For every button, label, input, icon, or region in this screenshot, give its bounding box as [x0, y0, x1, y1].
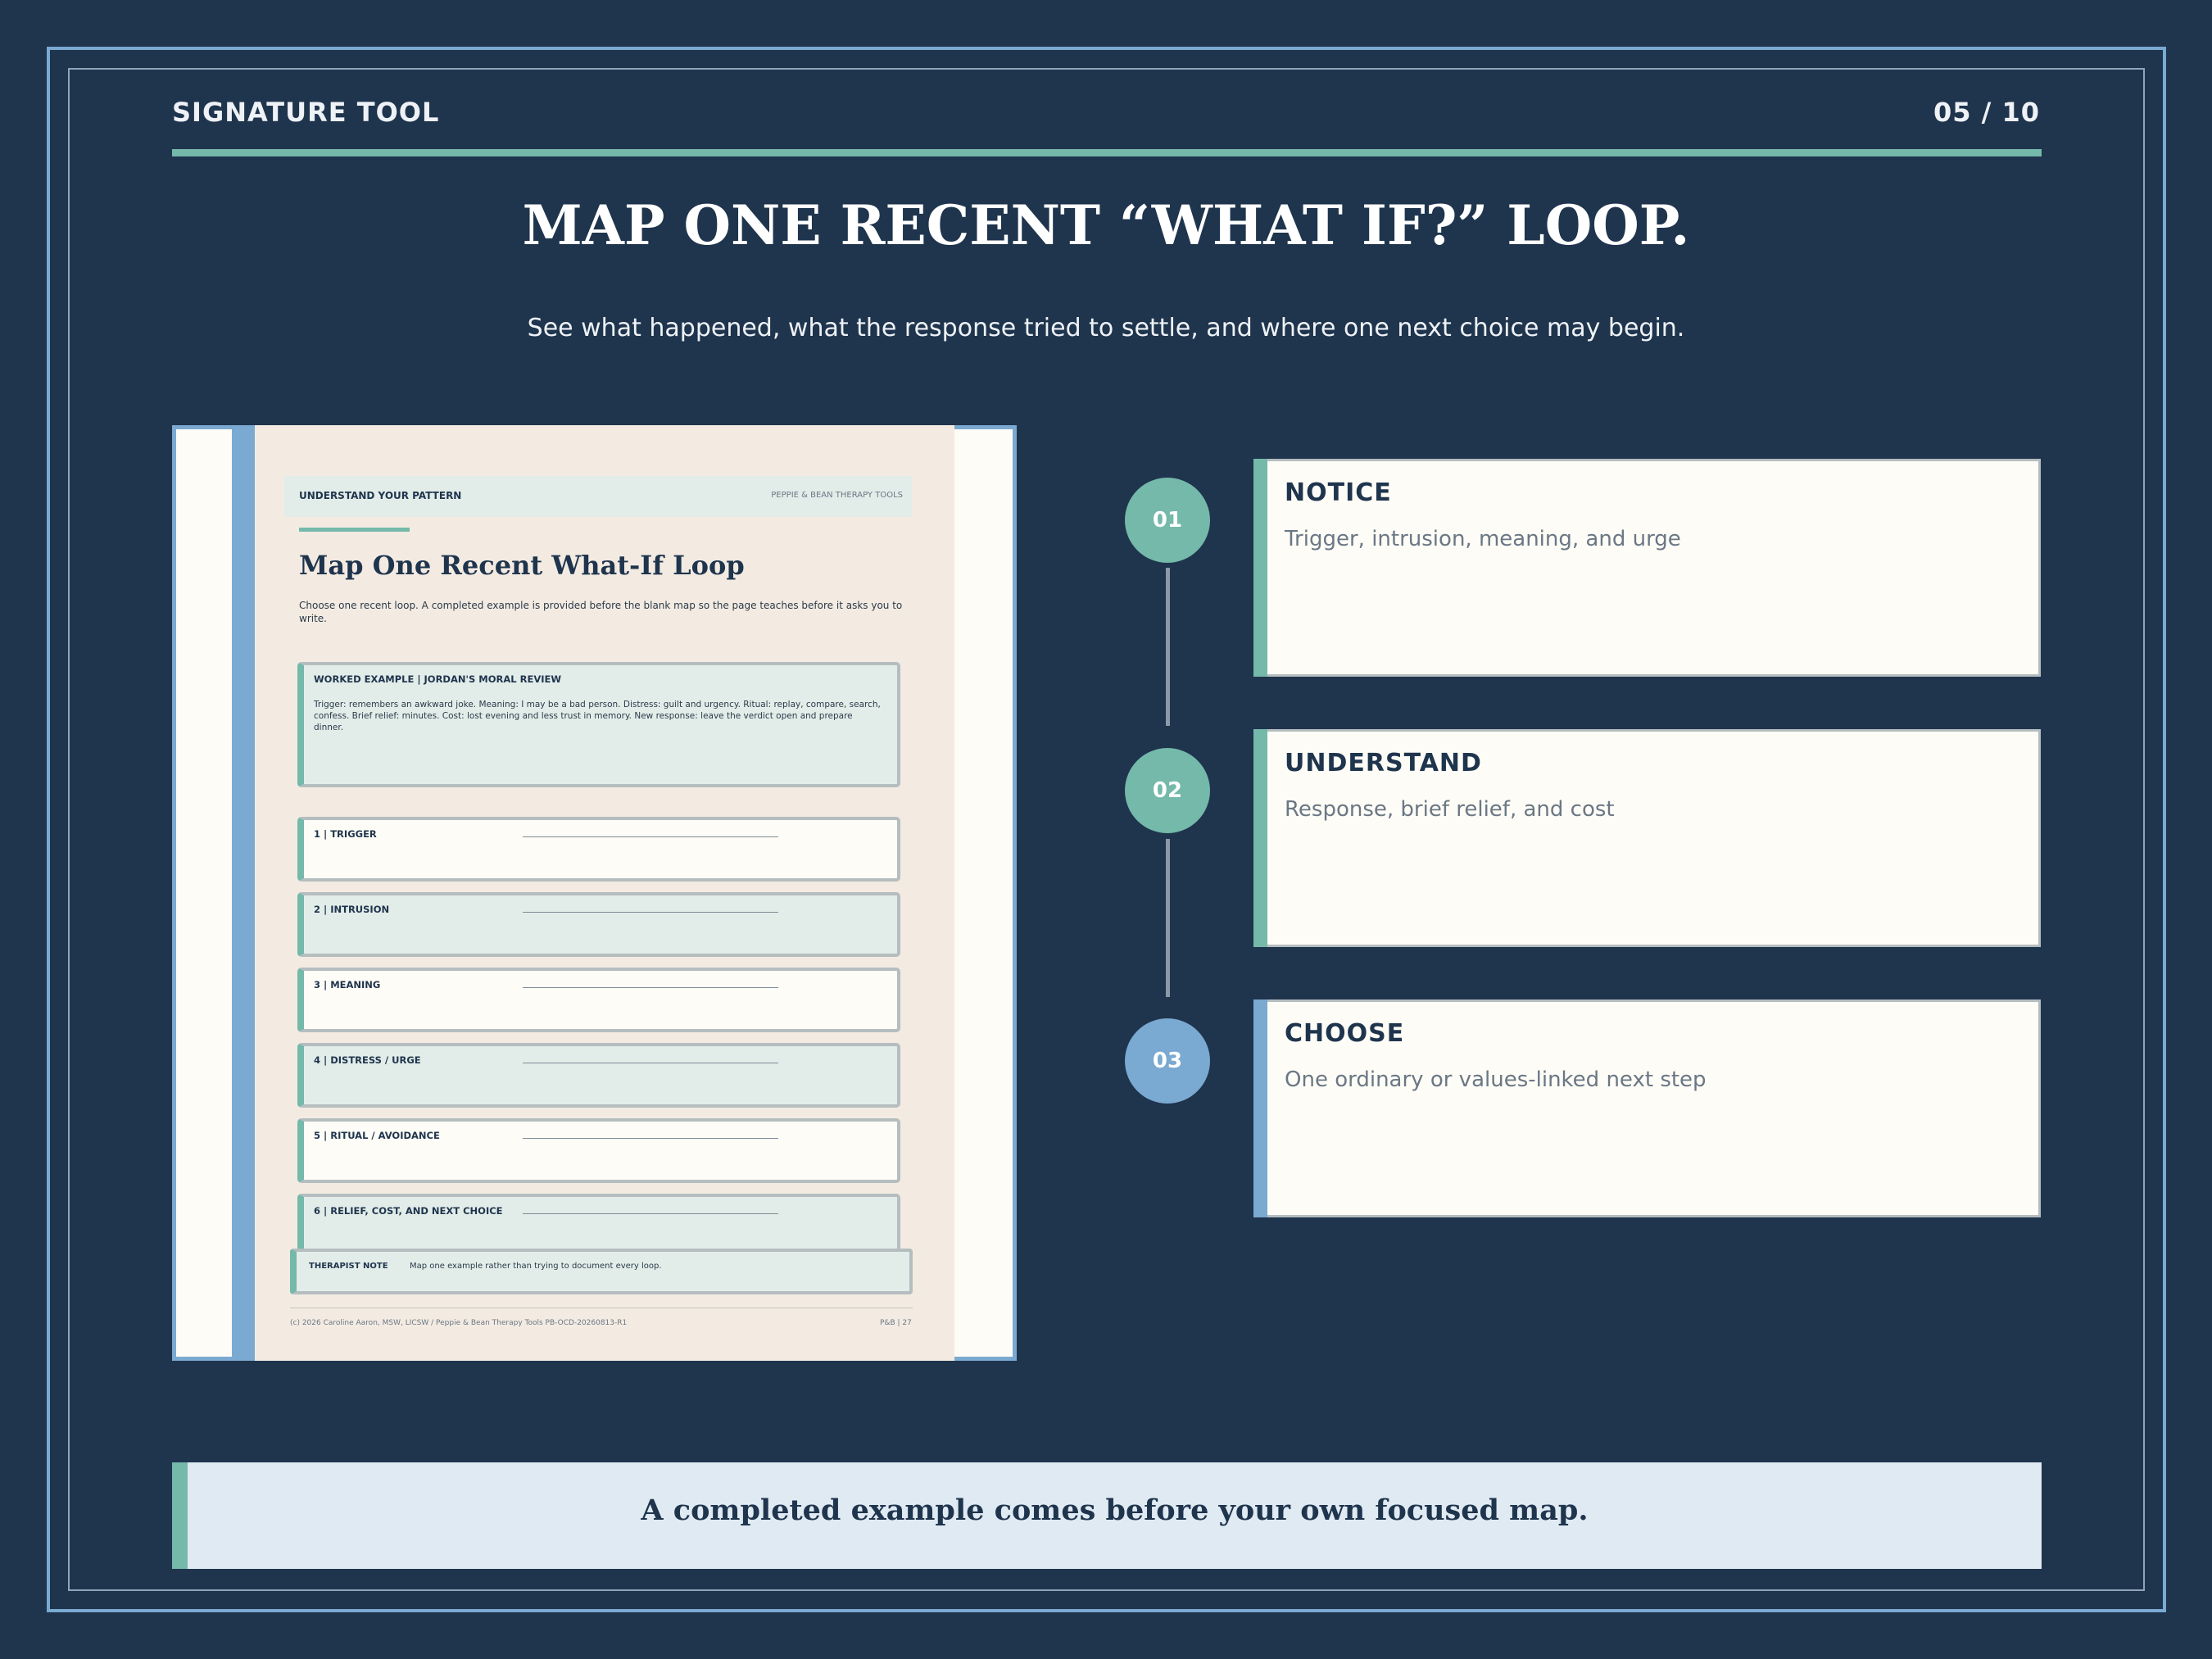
field-line — [523, 987, 778, 988]
field-intrusion — [297, 892, 900, 957]
slide-title: MAP ONE RECENT “WHAT IF?” LOOP. — [522, 193, 1690, 257]
step-number-badge: 02 — [1125, 748, 1210, 833]
header-rule — [172, 149, 2042, 156]
slide-subtitle: See what happened, what the response tri… — [527, 314, 1685, 342]
field-label: 4 | DISTRESS / URGE — [314, 1054, 421, 1066]
therapist-note-box — [290, 1249, 913, 1294]
step-number-badge: 03 — [1125, 1018, 1210, 1104]
step-heading: NOTICE — [1285, 478, 1392, 507]
field-ritual — [297, 1118, 900, 1183]
field-relief — [297, 1194, 900, 1253]
step-accent-bar — [1253, 729, 1267, 947]
page-counter: 05 / 10 — [1933, 97, 2040, 128]
step-connector — [1166, 839, 1170, 997]
step-description: Trigger, intrusion, meaning, and urge — [1285, 527, 1681, 551]
field-line — [523, 912, 778, 913]
worksheet-header-left: UNDERSTAND YOUR PATTERN — [299, 490, 462, 501]
field-line — [523, 836, 778, 837]
worksheet-footer-right: P&B | 27 — [880, 1319, 912, 1327]
field-meaning — [297, 968, 900, 1032]
field-line — [523, 1213, 778, 1214]
worksheet-title: Map One Recent What-If Loop — [299, 550, 745, 581]
field-label: 6 | RELIEF, COST, AND NEXT CHOICE — [314, 1205, 503, 1217]
worked-example-heading: WORKED EXAMPLE | JORDAN'S MORAL REVIEW — [314, 673, 562, 685]
step-accent-bar — [1253, 999, 1267, 1217]
section-label: SIGNATURE TOOL — [172, 97, 440, 128]
worksheet-side-band — [232, 425, 255, 1361]
step-heading: CHOOSE — [1285, 1019, 1405, 1048]
field-label: 3 | MEANING — [314, 979, 381, 990]
field-label: 2 | INTRUSION — [314, 904, 390, 915]
field-line — [523, 1138, 778, 1139]
field-label: 1 | TRIGGER — [314, 828, 377, 840]
step-heading: UNDERSTAND — [1285, 749, 1482, 777]
field-trigger — [297, 817, 900, 882]
step-description: Response, brief relief, and cost — [1285, 797, 1615, 822]
field-label: 5 | RITUAL / AVOIDANCE — [314, 1130, 440, 1141]
callout-text: A completed example comes before your ow… — [641, 1494, 1589, 1527]
callout-accent-bar — [172, 1462, 188, 1569]
worksheet-footer-left: (c) 2026 Caroline Aaron, MSW, LICSW / Pe… — [290, 1319, 628, 1327]
step-accent-bar — [1253, 459, 1267, 677]
worksheet-intro: Choose one recent loop. A completed exam… — [299, 600, 903, 624]
step-number-badge: 01 — [1125, 478, 1210, 563]
step-connector — [1166, 568, 1170, 726]
worksheet-header-right: PEPPIE & BEAN THERAPY TOOLS — [771, 491, 903, 500]
worked-example-body: Trigger: remembers an awkward joke. Mean… — [314, 700, 881, 732]
therapist-note-text: Map one example rather than trying to do… — [410, 1262, 662, 1271]
therapist-note-label: THERAPIST NOTE — [309, 1262, 388, 1271]
step-description: One ordinary or values-linked next step — [1285, 1067, 1707, 1092]
field-distress — [297, 1043, 900, 1108]
worksheet-accent-rule — [299, 528, 410, 532]
